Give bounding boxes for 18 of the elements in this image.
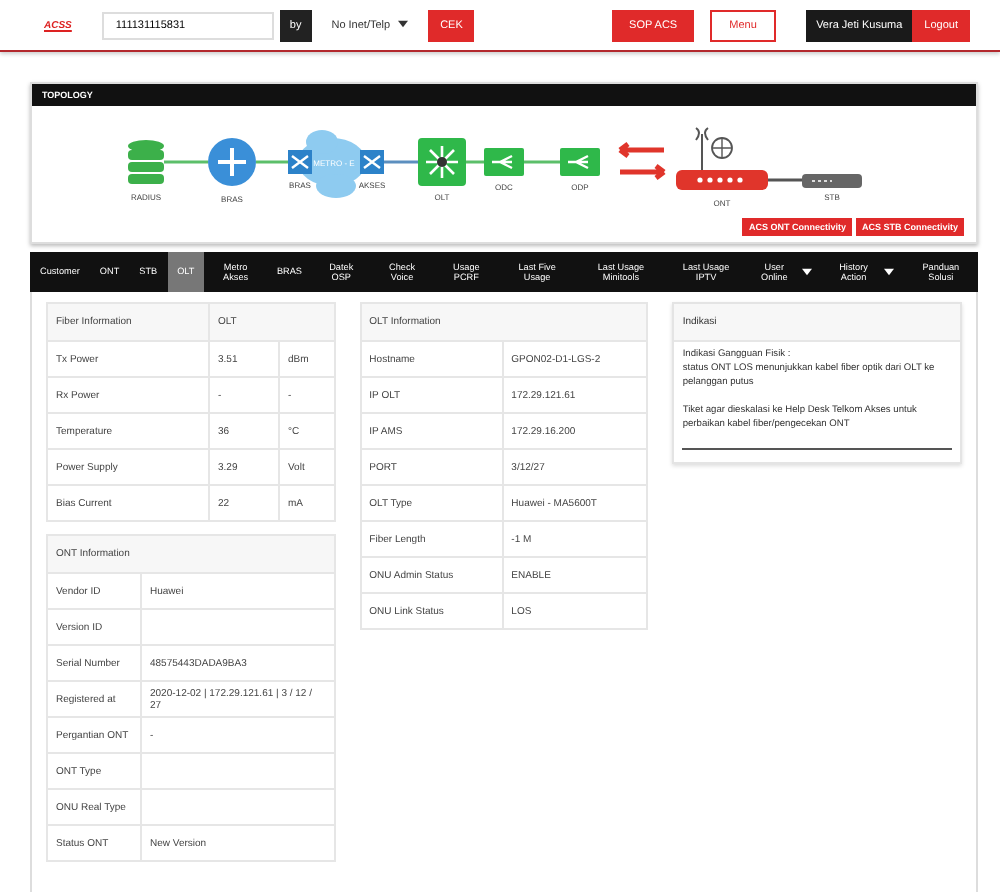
set-top-box-icon [802,174,862,188]
connector-line [524,160,560,164]
olt-icon [418,138,466,186]
connector-line [466,160,484,164]
connector-line [768,178,802,182]
router-icon [208,138,256,186]
arrows-icon [617,141,667,181]
globe-icon [711,137,733,159]
splitter-icon [560,148,600,176]
database-icon [128,140,164,184]
switch-icon [288,150,312,174]
router-icon [676,127,768,190]
connector-line [384,160,418,164]
connector-line [164,160,208,164]
caret-icon [398,19,409,27]
switch-icon [360,150,384,174]
splitter-icon [484,148,524,176]
connector-line [256,160,288,164]
